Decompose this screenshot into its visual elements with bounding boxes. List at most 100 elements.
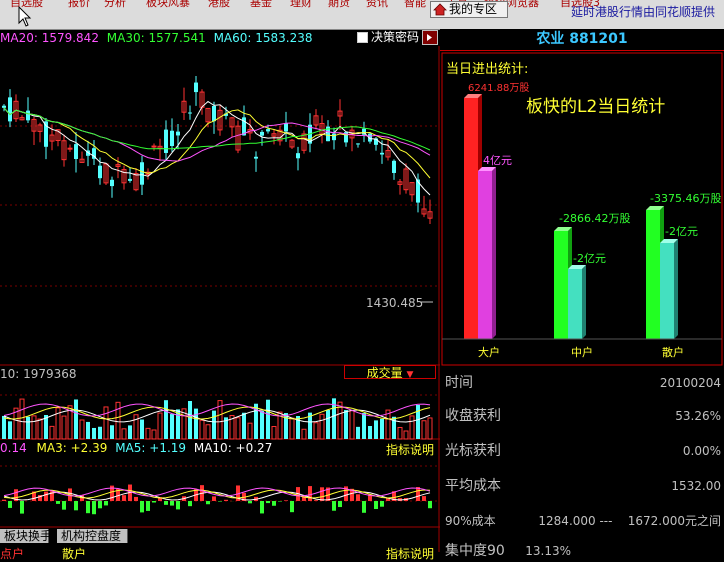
menu-item-3[interactable]: 板块风暴	[146, 0, 190, 8]
volume-bar	[356, 427, 360, 439]
my-zone-button[interactable]: 我的专区	[430, 1, 508, 18]
candle-body	[356, 143, 360, 144]
indicator-bar	[170, 501, 174, 506]
menu-item-5[interactable]: 基金	[250, 0, 272, 8]
big-holder-label: 大户	[478, 344, 500, 360]
volume-dropdown[interactable]: 成交量 ▼	[344, 365, 436, 379]
info-key: 光标获利	[445, 440, 501, 462]
bottom-partial-a: 点户	[0, 545, 24, 562]
volume-bar	[290, 418, 294, 439]
big-shares-label: 6241.88万股	[468, 79, 529, 94]
candle-body	[380, 153, 384, 155]
menu-item-8[interactable]: 资讯	[366, 0, 388, 8]
volume-bar	[98, 427, 102, 439]
indicator-bar	[152, 501, 156, 503]
ma3-value: MA3: +2.39	[37, 441, 108, 455]
indicator-value: 0.14	[0, 441, 27, 455]
ma-line	[4, 108, 430, 150]
indicator-bar	[224, 500, 228, 501]
volume-bar	[92, 428, 96, 439]
volume-bar	[398, 427, 402, 439]
menu-item-2[interactable]: 分析	[104, 0, 126, 8]
volume-bar	[212, 411, 216, 439]
candle-body	[98, 166, 102, 178]
indicator-bar	[20, 501, 24, 514]
volume-bar	[236, 418, 240, 439]
bottom-partial-b: 散户	[62, 545, 86, 562]
menu-item-7[interactable]: 期货	[328, 0, 350, 8]
indicator-bar	[206, 501, 210, 504]
mid-amount-bar-side	[582, 265, 586, 339]
indicator-explain-link[interactable]: 指标说明	[386, 441, 434, 458]
volume-bar	[164, 400, 168, 439]
candle-body	[170, 131, 174, 146]
indicator-bar	[188, 501, 192, 506]
small-amount-bar-side	[674, 239, 678, 339]
ma10-value: MA10: +0.27	[194, 441, 272, 455]
volume-bar	[2, 416, 6, 439]
panel-toggle-button[interactable]	[422, 30, 438, 45]
tab-institution-control[interactable]: 机构控盘度	[57, 529, 128, 543]
indicator-ma-line	[4, 490, 430, 498]
menu-item-4[interactable]: 港股	[208, 0, 230, 8]
indicator-bar	[284, 500, 288, 501]
volume-bar	[8, 421, 12, 439]
volume-bar	[116, 402, 120, 439]
indicator-bar	[104, 501, 108, 505]
delay-notice[interactable]: 延时港股行情由同花顺提供	[571, 3, 715, 20]
candle-body	[2, 106, 6, 108]
menu-item-6[interactable]: 理财	[290, 0, 312, 8]
small-shares-bar	[646, 210, 660, 339]
indicator-explain-link-2[interactable]: 指标说明	[386, 545, 434, 562]
indicator-bar	[176, 501, 180, 509]
volume-bar	[428, 418, 432, 439]
volume-dropdown-label: 成交量	[367, 366, 403, 380]
info-value: 53.26%	[675, 405, 721, 427]
indicator-bar	[332, 501, 336, 511]
volume-bar	[170, 414, 174, 439]
info-key: 时间	[445, 372, 473, 394]
mouse-cursor-icon	[18, 6, 34, 28]
volume-bar	[188, 401, 192, 439]
tab-sector-turnover[interactable]: 板块换手	[0, 529, 49, 543]
info-row-cost-90: 90%成本1284.000 --- 1672.000元之间	[445, 510, 721, 532]
mid-amount-label: -2亿元	[573, 250, 606, 266]
volume-bar	[200, 420, 204, 439]
volume-bar	[260, 411, 264, 439]
candle-body	[128, 179, 132, 181]
volume-bar	[248, 423, 252, 439]
volume-bar	[314, 423, 318, 439]
sector-title: 农业 881201	[440, 29, 724, 51]
volume-bar	[20, 399, 24, 439]
volume-bar	[50, 426, 54, 439]
my-zone-label: 我的专区	[449, 2, 497, 16]
volume-legend: 10: 1979368	[0, 367, 77, 381]
dropdown-arrow-icon: ▼	[406, 370, 413, 380]
indicator-bar	[320, 487, 324, 501]
candle-body	[74, 144, 78, 159]
info-row-avg-cost: 平均成本1532.00	[445, 475, 721, 497]
info-value: 13.13%	[525, 540, 571, 562]
volume-bar	[344, 410, 348, 439]
volume-bar	[38, 419, 42, 439]
small-amount-bar	[660, 243, 674, 339]
menu-item-1[interactable]: 报价	[68, 0, 90, 8]
candle-body	[266, 129, 270, 131]
indicator-bar	[212, 496, 216, 501]
info-key: 平均成本	[445, 475, 501, 497]
indicator-bar	[74, 501, 78, 510]
info-row-cursor-profit: 光标获利0.00%	[445, 440, 721, 462]
indicator-bar	[374, 501, 378, 509]
candle-body	[110, 180, 114, 186]
decision-password[interactable]: 决策密码	[357, 30, 419, 45]
volume-bar	[242, 413, 246, 439]
candle-body	[332, 134, 336, 141]
volume-bar	[152, 430, 156, 439]
indicator-bar	[272, 501, 276, 506]
candle-body	[8, 97, 12, 121]
checkbox-icon[interactable]	[357, 32, 368, 43]
candle-body	[284, 123, 288, 131]
indicator-bar	[146, 501, 150, 511]
big-amount-bar	[478, 171, 492, 339]
menu-item-9[interactable]: 智能	[404, 0, 426, 8]
